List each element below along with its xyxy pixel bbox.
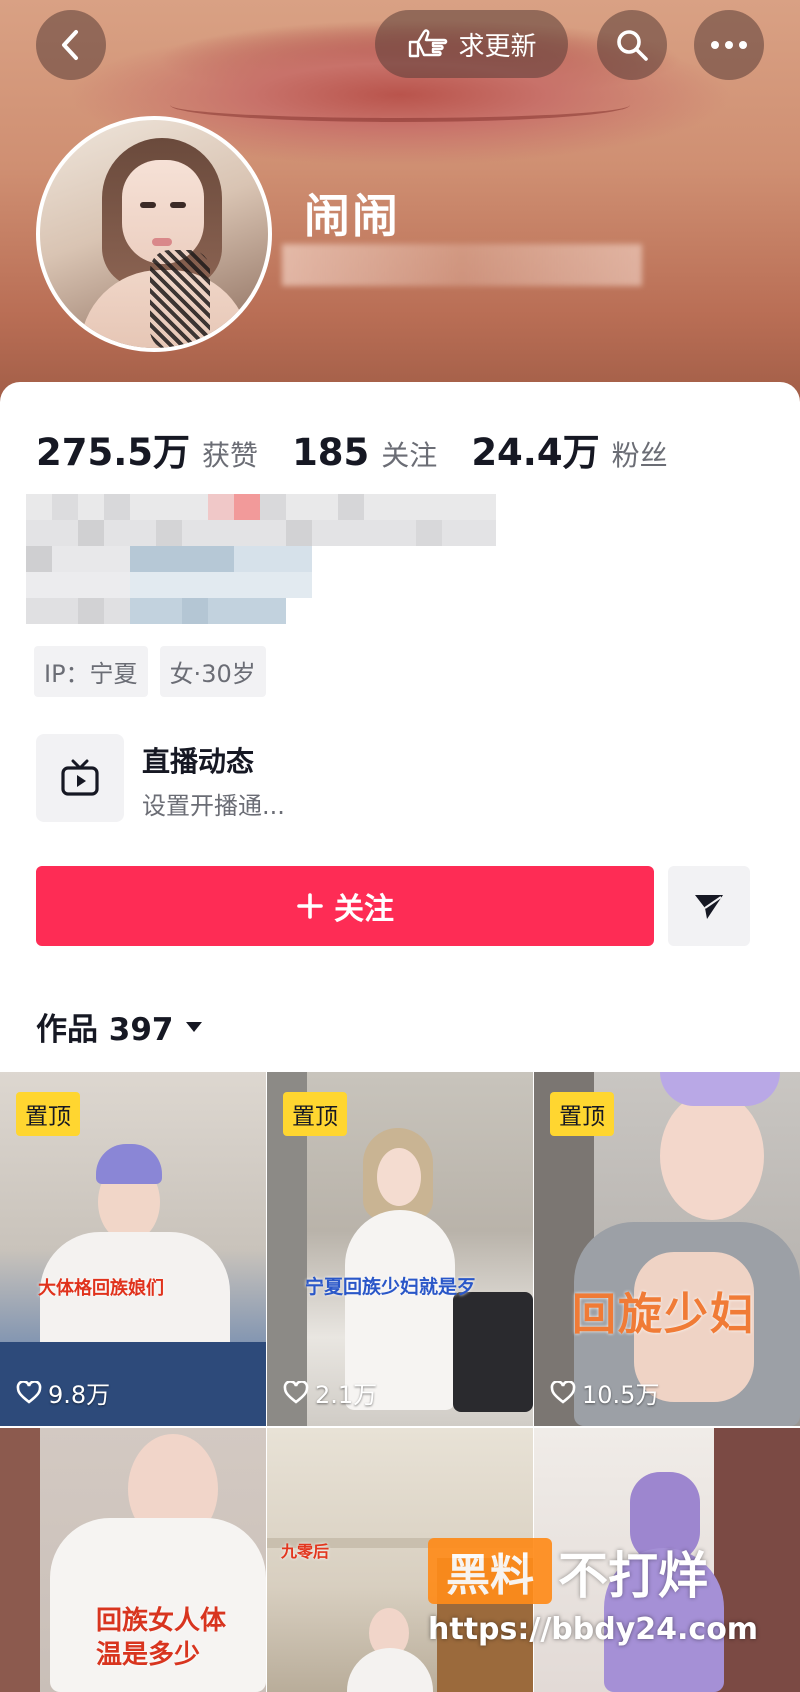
gender-age-tag: 女·30岁 [159, 646, 266, 697]
works-count-label: 作品 397 [36, 1012, 174, 1048]
blurred-account-id [282, 244, 642, 286]
nickname: 闹闹 [304, 189, 400, 243]
video-tile[interactable]: 置顶 宁夏回族少妇就是歹 2.1万 [267, 1072, 533, 1426]
pinned-badge: 置顶 [283, 1092, 347, 1136]
profile-tags: IP：宁夏 女·30岁 [34, 646, 266, 697]
search-button[interactable] [597, 10, 667, 80]
video-likes: 9.8万 [16, 1375, 110, 1410]
followers-count[interactable]: 24.4万 [471, 422, 599, 476]
video-tile[interactable]: 置顶 回旋少妇 10.5万 [534, 1072, 800, 1426]
banner-image [170, 88, 630, 122]
search-icon [617, 30, 648, 61]
video-likes-count: 9.8万 [48, 1381, 111, 1409]
live-updates-title: 直播动态 [142, 745, 255, 778]
live-icon-box [36, 734, 124, 822]
video-tile[interactable]: 回族女人体温是多少 [0, 1428, 266, 1692]
back-button[interactable] [36, 10, 106, 80]
video-tile[interactable]: 置顶 大体格回族娘们 9.8万 [0, 1072, 266, 1426]
pinned-badge: 置顶 [16, 1092, 80, 1136]
heart-icon [550, 1380, 576, 1404]
back-chevron-icon [62, 30, 78, 60]
profile-card: 275.5万 获赞 185 关注 24.4万 粉丝 IP：宁夏 女·30岁 直播… [0, 382, 800, 1072]
video-caption: 回族女人体温是多少 [96, 1606, 227, 1670]
request-update-label: 求更新 [458, 31, 537, 62]
video-likes: 10.5万 [550, 1375, 659, 1410]
caret-down-icon [185, 1021, 202, 1032]
works-tab[interactable]: 作品 397 [36, 1004, 204, 1049]
following-count[interactable]: 185 [292, 431, 369, 474]
video-caption: 大体格回族娘们 [38, 1278, 164, 1299]
video-likes-count: 2.1万 [315, 1381, 378, 1409]
pointing-hand-icon [409, 29, 448, 58]
live-updates-subtitle: 设置开播通... [142, 792, 285, 820]
more-icon [711, 41, 747, 49]
tv-icon [61, 759, 99, 796]
video-caption: 宁夏回族少妇就是歹 [305, 1276, 477, 1298]
heart-icon [283, 1380, 309, 1404]
watermark-logo: 黑料 [428, 1538, 552, 1604]
pinned-badge: 置顶 [550, 1092, 614, 1136]
follow-button[interactable]: 关注 [36, 866, 654, 946]
watermark-url: https://bbdy24.com [428, 1612, 759, 1647]
live-updates-entry[interactable]: 直播动态 设置开播通... [36, 734, 736, 824]
request-update-button[interactable]: 求更新 [375, 10, 568, 78]
video-caption: 回旋少妇 [572, 1289, 756, 1340]
plus-icon [297, 893, 323, 919]
likes-count: 275.5万 [36, 431, 191, 474]
watermark-text: 不打烊 [558, 1547, 708, 1605]
video-caption: 九零后 [281, 1542, 330, 1561]
ip-location-tag: IP：宁夏 [34, 646, 148, 697]
video-likes-count: 10.5万 [582, 1381, 660, 1409]
follow-label: 关注 [334, 892, 394, 927]
video-likes: 2.1万 [283, 1375, 377, 1410]
share-button[interactable] [668, 866, 750, 946]
followers-label[interactable]: 粉丝 [612, 434, 668, 474]
profile-stats: 275.5万 获赞 185 关注 24.4万 粉丝 [36, 422, 702, 476]
heart-icon [16, 1380, 42, 1404]
following-label[interactable]: 关注 [381, 434, 437, 474]
likes-label: 获赞 [202, 439, 259, 472]
avatar[interactable] [36, 116, 272, 352]
send-arrow-icon [695, 895, 723, 919]
more-button[interactable] [694, 10, 764, 80]
